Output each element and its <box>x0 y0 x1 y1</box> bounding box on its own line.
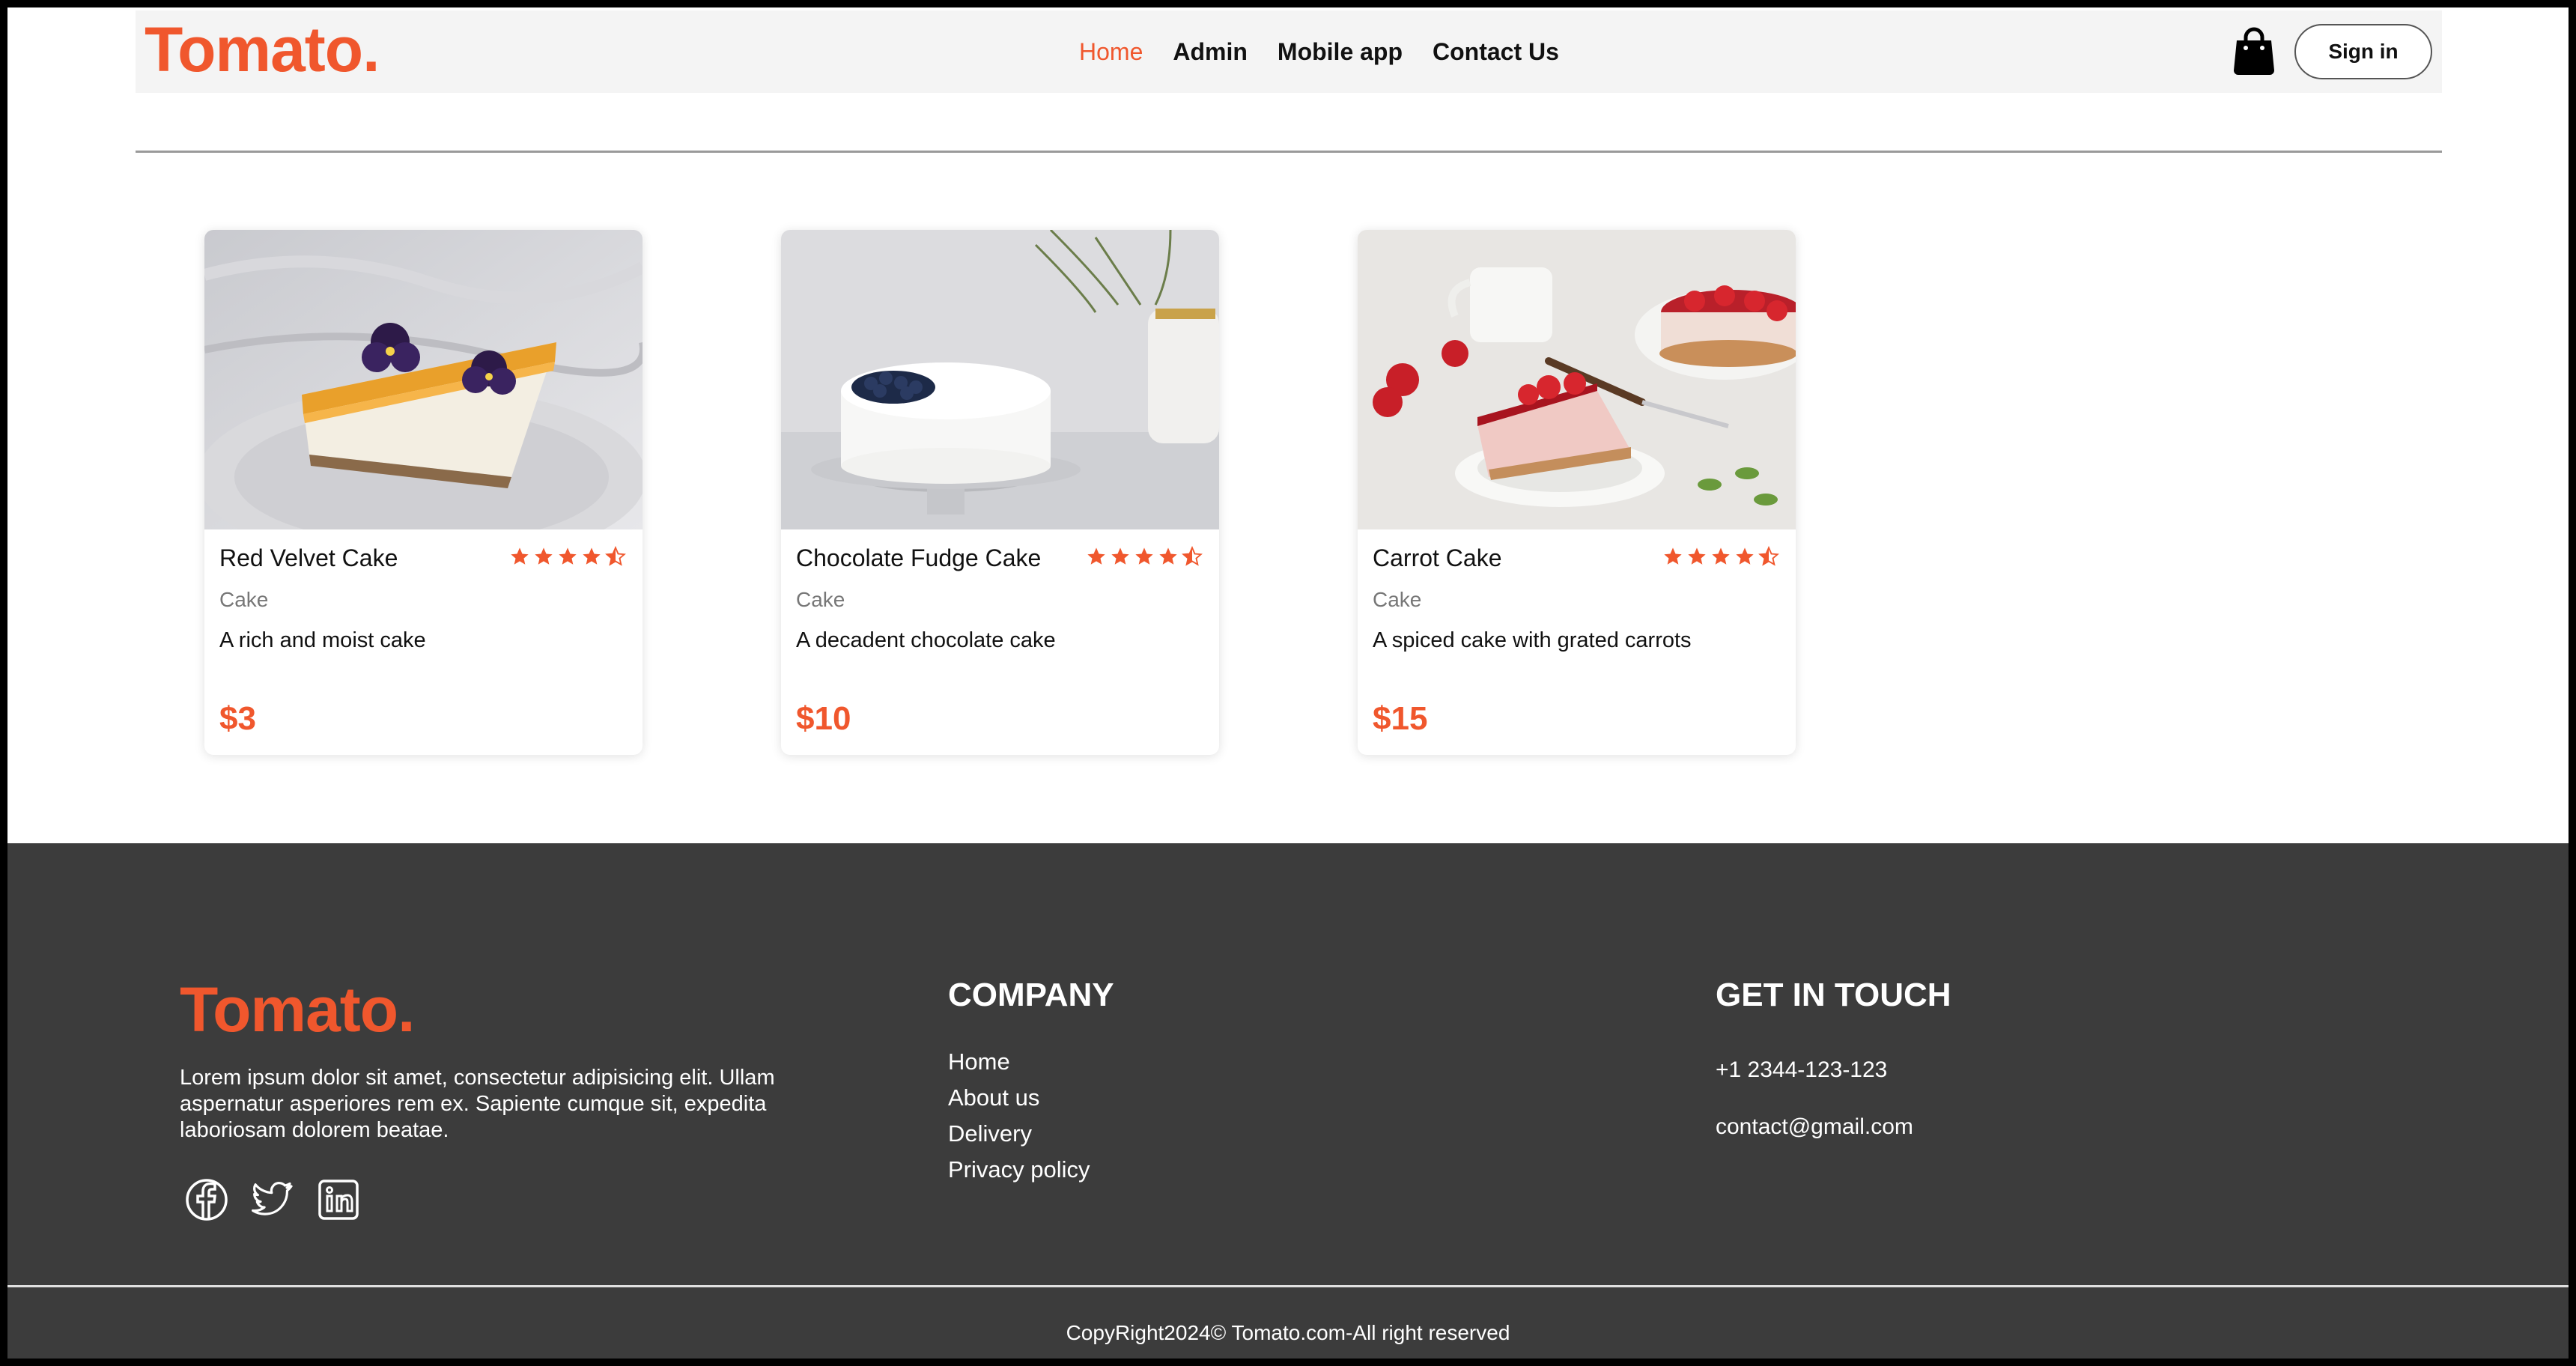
footer-about-text: Lorem ipsum dolor sit amet, consectetur … <box>180 1066 775 1142</box>
facebook-icon[interactable] <box>184 1177 229 1222</box>
nav-contact-us[interactable]: Contact Us <box>1433 37 1559 66</box>
footer-logo[interactable]: Tomato. <box>180 978 415 1041</box>
product-name: Carrot Cake <box>1373 544 1502 571</box>
company-heading: COMPANY <box>948 977 1114 1013</box>
linkedin-icon[interactable] <box>316 1177 361 1222</box>
footer: Tomato. Lorem ipsum dolor sit amet, cons… <box>7 843 2569 1359</box>
social-links <box>184 1177 361 1222</box>
product-name: Chocolate Fudge Cake <box>796 544 1042 571</box>
product-category: Cake <box>1373 588 1422 611</box>
nav-admin[interactable]: Admin <box>1173 37 1248 66</box>
footer-link-about-us[interactable]: About us <box>948 1080 1090 1116</box>
contact-heading: GET IN TOUCH <box>1716 977 1951 1013</box>
product-card[interactable]: Carrot Cake Cake A spiced cake with grat… <box>1358 230 1796 755</box>
product-category: Cake <box>219 588 269 611</box>
footer-link-privacy-policy[interactable]: Privacy policy <box>948 1152 1090 1188</box>
rating-stars-icon <box>1086 546 1203 567</box>
rating-stars-icon <box>509 546 626 567</box>
logo[interactable]: Tomato. <box>145 18 380 81</box>
nav-home[interactable]: Home <box>1079 37 1143 66</box>
product-price: $3 <box>219 700 256 737</box>
product-image-red-velvet-cake[interactable] <box>204 230 643 529</box>
product-description: A spiced cake with grated carrots <box>1373 628 1692 652</box>
shopping-bag-icon[interactable] <box>2232 27 2276 75</box>
footer-divider <box>7 1285 2569 1287</box>
navbar: Tomato. Home Admin Mobile app Contact Us… <box>136 10 2442 93</box>
page: Tomato. Home Admin Mobile app Contact Us… <box>7 7 2569 1359</box>
product-name: Red Velvet Cake <box>219 544 398 571</box>
product-image-chocolate-fudge-cake[interactable] <box>781 230 1219 529</box>
nav-mobile-app[interactable]: Mobile app <box>1278 37 1403 66</box>
header-divider <box>136 151 2442 153</box>
footer-link-delivery[interactable]: Delivery <box>948 1116 1090 1152</box>
twitter-icon[interactable] <box>250 1177 295 1222</box>
product-card[interactable]: Chocolate Fudge Cake Cake A decadent cho… <box>781 230 1219 755</box>
contact-email[interactable]: contact@gmail.com <box>1716 1114 1913 1140</box>
product-description: A rich and moist cake <box>219 628 426 652</box>
product-description: A decadent chocolate cake <box>796 628 1056 652</box>
product-card[interactable]: Red Velvet Cake Cake A rich and moist ca… <box>204 230 643 755</box>
nav-menu: Home Admin Mobile app Contact Us <box>1079 37 1559 66</box>
copyright-text: CopyRight2024© Tomato.com-All right rese… <box>1066 1321 1510 1344</box>
product-price: $15 <box>1373 700 1428 737</box>
product-category: Cake <box>796 588 845 611</box>
contact-phone[interactable]: +1 2344-123-123 <box>1716 1057 1887 1083</box>
company-links: Home About us Delivery Privacy policy <box>948 1044 1090 1188</box>
footer-link-home[interactable]: Home <box>948 1044 1090 1080</box>
product-image-carrot-cake[interactable] <box>1358 230 1796 529</box>
product-price: $10 <box>796 700 851 737</box>
rating-stars-icon <box>1662 546 1779 567</box>
sign-in-button[interactable]: Sign in <box>2294 24 2432 79</box>
